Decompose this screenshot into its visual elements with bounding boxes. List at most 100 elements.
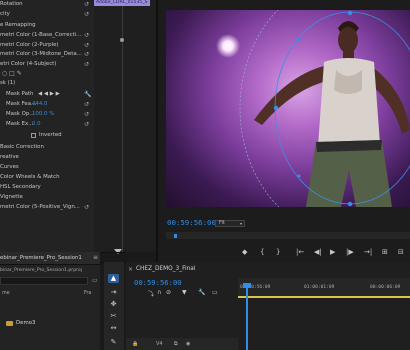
mask-opacity-value[interactable]: 100.0 % [32, 110, 54, 119]
program-playhead[interactable] [174, 234, 177, 238]
lock-icon[interactable]: 🔒 [132, 341, 138, 347]
close-icon[interactable]: × [128, 266, 133, 273]
effect-label: metri Color (1-Base_Correcti... [0, 32, 82, 38]
reset-icon[interactable]: ↺ [84, 121, 91, 128]
lift-icon[interactable]: ⊞ [382, 248, 388, 256]
ripple-edit-tool-icon[interactable]: ✥ [108, 300, 119, 309]
snap-icon[interactable]: ∩ [157, 289, 161, 296]
razor-tool-icon[interactable]: ✂ [108, 312, 119, 321]
wrench-icon[interactable]: 🔧 [84, 91, 91, 98]
program-scrubber[interactable] [166, 232, 410, 239]
mask-opacity-label: Mask Op... [6, 111, 35, 117]
work-area-bar[interactable] [238, 296, 410, 298]
program-video-frame[interactable] [166, 10, 410, 207]
go-to-out-icon[interactable]: →| [364, 248, 372, 256]
chevron-down-icon: ▾ [239, 221, 242, 226]
zoom-fit-select[interactable]: Fit ▾ [215, 220, 245, 227]
slip-tool-icon[interactable]: ↔ [108, 324, 119, 333]
ruler-mark: 00:00:06:09 [370, 285, 401, 290]
inverted-row[interactable]: Inverted [0, 131, 94, 140]
effect-row-rotation[interactable]: Rotation ↺ [0, 0, 94, 9]
folder-icon [6, 321, 13, 326]
reset-icon[interactable]: ↺ [84, 1, 91, 8]
inverted-label: Inverted [39, 132, 62, 138]
project-search-input[interactable] [0, 277, 88, 285]
selection-tool-icon[interactable]: ▲ [108, 274, 119, 283]
captions-icon[interactable]: ▭ [212, 289, 218, 296]
effect-label: city [0, 11, 10, 17]
mask-opacity-row[interactable]: Mask Op... 100.0 % ↺ [0, 110, 94, 119]
mark-out-icon[interactable]: } [276, 248, 280, 256]
mask-track-controls[interactable]: ◀ ◀ ▶ ▶ [38, 90, 60, 99]
track-select-tool-icon[interactable]: ⇥ [108, 288, 119, 297]
mark-in-icon[interactable]: { [260, 248, 264, 256]
go-to-in-icon[interactable]: |← [296, 248, 304, 256]
effect-controls-timeline [94, 0, 156, 252]
premiere-workspace: Rotation ↺ city ↺ e Remapping metri Colo… [0, 0, 410, 350]
mask-feather-row[interactable]: Mask Fea... 444.0 ↺ [0, 100, 94, 109]
effect-label: metri Color (5-Positive_Vign... [0, 204, 80, 210]
mask-expansion-row[interactable]: Mask Ex... 0.0 ↺ [0, 120, 94, 129]
program-transport-controls: ◆ { } |← ◀| ▶ |▶ →| ⊞ ⊟ [156, 244, 410, 262]
mask-feather-value[interactable]: 444.0 [32, 100, 47, 109]
effect-row-lumetri-3[interactable]: metri Color (3-Midtone_Deta... ↺ [0, 50, 94, 59]
reset-icon[interactable]: ↺ [84, 101, 91, 108]
project-panel: ebinar_Premiere_Pro_Session1 ≡ binar_Pre… [0, 252, 100, 350]
lumetri-section-vignette[interactable]: Vignette [0, 193, 94, 202]
settings-wrench-icon[interactable]: 🔧 [198, 289, 205, 296]
reset-icon[interactable]: ↺ [84, 11, 91, 18]
pen-tool-icon[interactable]: ✎ [108, 338, 119, 347]
add-marker-icon[interactable]: ◆ [242, 248, 247, 256]
mask-expansion-value[interactable]: 0.0 [32, 120, 41, 129]
linked-selection-icon[interactable]: ⊘ [166, 289, 171, 296]
project-bin-item[interactable]: Demo3 [0, 320, 100, 329]
step-forward-icon[interactable]: |▶ [346, 248, 354, 256]
sync-lock-icon[interactable]: ⧉ [174, 341, 178, 347]
effect-label: Curves [0, 164, 19, 170]
reset-icon[interactable]: ↺ [84, 32, 91, 39]
extract-icon[interactable]: ⊟ [398, 248, 404, 256]
panel-menu-icon[interactable]: ≡ [93, 254, 98, 261]
program-timecode[interactable]: 00:59:56:00 [167, 218, 216, 227]
inverted-checkbox[interactable] [31, 133, 36, 138]
nest-icon[interactable]: ⤵ [148, 289, 154, 298]
effect-label: Basic Correction [0, 144, 44, 150]
column-frame-rate[interactable]: Fra [84, 291, 91, 296]
project-tab[interactable]: ebinar_Premiere_Pro_Session1 [0, 255, 82, 261]
timeline-timecode[interactable]: 00:59:56:00 [134, 278, 182, 287]
mask-ellipse[interactable] [166, 10, 410, 207]
timeline-ruler[interactable]: 00:00:56:09 01:00:01:09 00:00:06:09 [238, 278, 410, 298]
effect-row-lumetri-1[interactable]: metri Color (1-Base_Correcti... ↺ [0, 31, 94, 40]
effect-row-opacity[interactable]: city ↺ [0, 10, 94, 19]
effect-controls-panel: Rotation ↺ city ↺ e Remapping metri Colo… [0, 0, 94, 252]
lumetri-section-hsl[interactable]: HSL Secondary [0, 183, 94, 192]
reset-icon[interactable]: ↺ [84, 204, 91, 211]
lumetri-section-creative[interactable]: reative [0, 153, 94, 162]
panel-divider[interactable] [156, 0, 158, 262]
timeline-playhead[interactable] [246, 286, 248, 350]
column-name[interactable]: me [2, 291, 10, 296]
new-bin-icon[interactable]: ▭ [92, 277, 98, 284]
effect-row-lumetri-2[interactable]: metri Color (2-Purple) ↺ [0, 41, 94, 50]
reset-icon[interactable]: ↺ [84, 42, 91, 49]
effect-row-lumetri-4[interactable]: etri Color (4-Subject) ↺ [0, 60, 94, 69]
reset-icon[interactable]: ↺ [84, 61, 91, 68]
reset-icon[interactable]: ↺ [84, 51, 91, 58]
play-icon[interactable]: ▶ [330, 248, 335, 256]
reset-icon[interactable]: ↺ [84, 111, 91, 118]
lumetri-section-basic[interactable]: Basic Correction [0, 143, 94, 152]
effect-label: Rotation [0, 1, 23, 7]
ruler-mark: 01:00:01:09 [304, 285, 335, 290]
lumetri-section-curves[interactable]: Curves [0, 163, 94, 172]
add-marker-icon[interactable]: ▼ [182, 289, 187, 296]
effect-row-mask[interactable]: sk (1) [0, 79, 94, 88]
eye-icon[interactable]: ◉ [186, 341, 190, 347]
effect-row-lumetri-5[interactable]: metri Color (5-Positive_Vign... ↺ [0, 203, 94, 212]
effect-row-time-remapping[interactable]: e Remapping [0, 21, 94, 30]
step-back-icon[interactable]: ◀| [314, 248, 322, 256]
lumetri-section-wheels[interactable]: Color Wheels & Match [0, 173, 94, 182]
mask-shape-tools[interactable]: ○ □ ✎ [2, 70, 22, 77]
keyframe-marker[interactable] [120, 38, 124, 42]
mask-path-row[interactable]: Mask Path ◀ ◀ ▶ ▶ 🔧 [0, 90, 94, 99]
sequence-tab[interactable]: CHEZ_DEMO_3_Final [136, 266, 195, 272]
